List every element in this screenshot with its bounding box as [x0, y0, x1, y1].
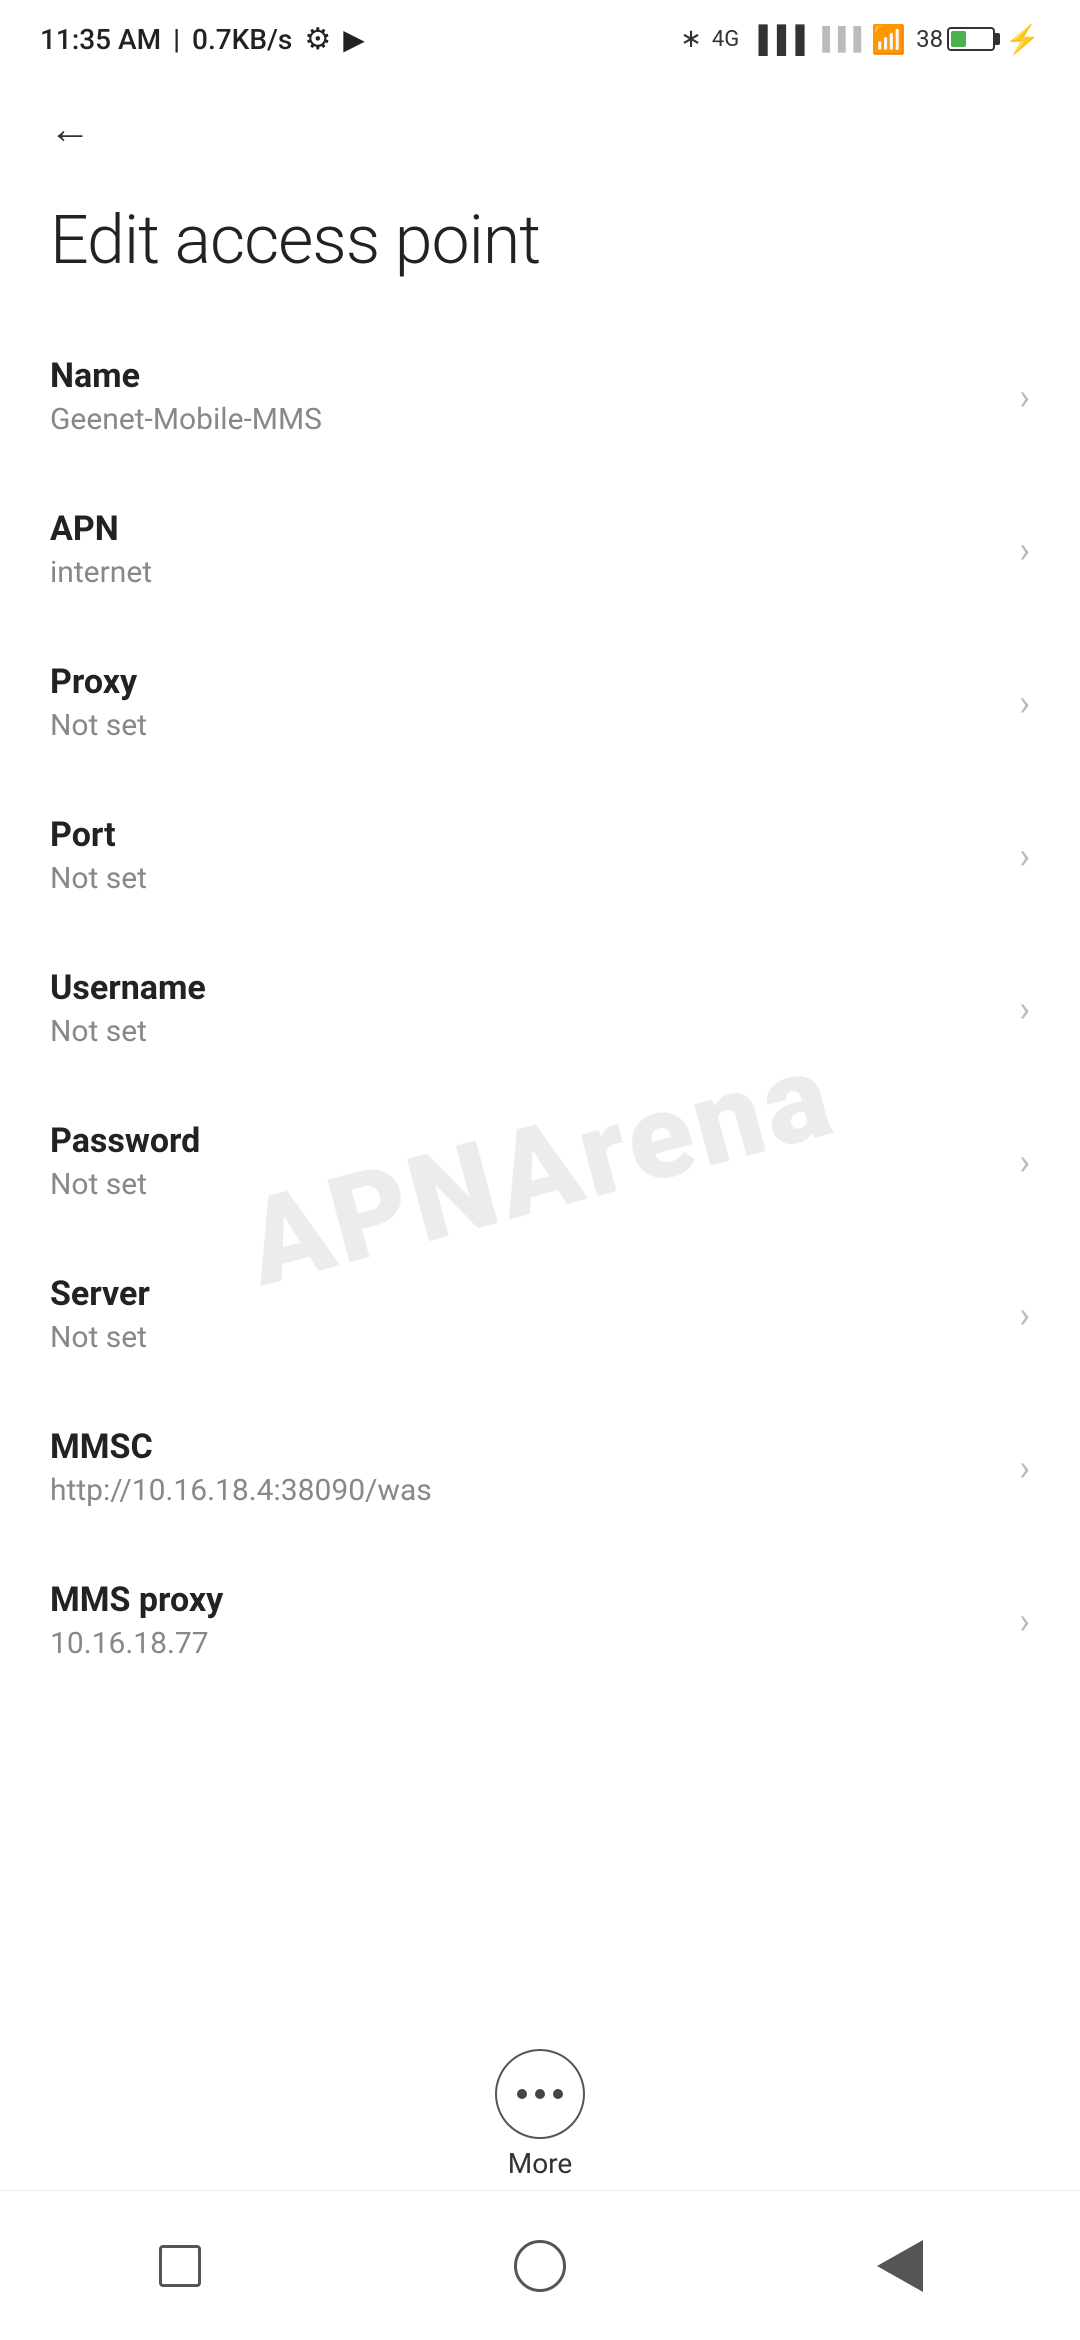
status-time: 11:35 AM: [40, 23, 161, 56]
settings-item-name[interactable]: Name Geenet-Mobile-MMS ›: [50, 320, 1030, 473]
nav-square-icon: [159, 2245, 201, 2287]
status-separator: |: [173, 23, 180, 56]
nav-bar: [0, 2190, 1080, 2340]
settings-item-content-apn: APN internet: [50, 509, 999, 590]
settings-value-password: Not set: [50, 1167, 999, 1202]
settings-list: Name Geenet-Mobile-MMS › APN internet › …: [0, 320, 1080, 1697]
wifi-icon: 📶: [871, 23, 906, 56]
chevron-right-icon-username: ›: [1019, 988, 1030, 1030]
more-circle-icon: [495, 2049, 585, 2139]
charging-icon: ⚡: [1005, 23, 1040, 56]
status-right-icons: ∗ 4G ▐▐▐ ▐▐▐ 📶 38 ⚡: [680, 23, 1040, 56]
battery-fill: [951, 31, 966, 47]
back-button[interactable]: ←: [40, 100, 100, 160]
settings-label-username: Username: [50, 968, 999, 1008]
nav-back-button[interactable]: [850, 2226, 950, 2306]
more-button[interactable]: More: [495, 2049, 585, 2180]
settings-value-name: Geenet-Mobile-MMS: [50, 402, 999, 437]
status-speed: 0.7KB/s: [192, 23, 292, 56]
settings-value-port: Not set: [50, 861, 999, 896]
signal-4g-icon: 4G: [712, 27, 739, 52]
settings-label-mmsc: MMSC: [50, 1427, 999, 1467]
chevron-right-icon-port: ›: [1019, 835, 1030, 877]
settings-value-mms-proxy: 10.16.18.77: [50, 1626, 999, 1661]
settings-value-server: Not set: [50, 1320, 999, 1355]
settings-item-port[interactable]: Port Not set ›: [50, 779, 1030, 932]
chevron-right-icon-mmsc: ›: [1019, 1447, 1030, 1489]
settings-label-server: Server: [50, 1274, 999, 1314]
settings-item-content-port: Port Not set: [50, 815, 999, 896]
battery-percent: 38: [916, 25, 943, 53]
settings-label-name: Name: [50, 356, 999, 396]
nav-triangle-icon: [877, 2240, 923, 2292]
settings-label-port: Port: [50, 815, 999, 855]
settings-item-apn[interactable]: APN internet ›: [50, 473, 1030, 626]
settings-item-content-mmsc: MMSC http://10.16.18.4:38090/was: [50, 1427, 999, 1508]
chevron-right-icon-apn: ›: [1019, 529, 1030, 571]
settings-item-content-mms-proxy: MMS proxy 10.16.18.77: [50, 1580, 999, 1661]
status-bar: 11:35 AM | 0.7KB/s ⚙ ▶ ∗ 4G ▐▐▐ ▐▐▐ 📶 38…: [0, 0, 1080, 70]
back-area: ←: [0, 70, 1080, 180]
settings-item-proxy[interactable]: Proxy Not set ›: [50, 626, 1030, 779]
settings-label-mms-proxy: MMS proxy: [50, 1580, 999, 1620]
battery-indicator: 38: [916, 25, 995, 53]
settings-icon: ⚙: [304, 22, 331, 57]
more-label: More: [508, 2147, 573, 2180]
chevron-right-icon-password: ›: [1019, 1141, 1030, 1183]
settings-label-proxy: Proxy: [50, 662, 999, 702]
nav-recent-button[interactable]: [130, 2226, 230, 2306]
settings-value-proxy: Not set: [50, 708, 999, 743]
camera-icon: ▶: [343, 23, 365, 56]
settings-item-content-username: Username Not set: [50, 968, 999, 1049]
settings-item-content-proxy: Proxy Not set: [50, 662, 999, 743]
settings-label-password: Password: [50, 1121, 999, 1161]
chevron-right-icon-proxy: ›: [1019, 682, 1030, 724]
page-title: Edit access point: [0, 180, 1080, 320]
signal-bars2-icon: ▐▐▐: [815, 26, 862, 52]
more-dots: [517, 2089, 563, 2099]
settings-item-mms-proxy[interactable]: MMS proxy 10.16.18.77 ›: [50, 1544, 1030, 1697]
back-arrow-icon: ←: [49, 109, 91, 151]
chevron-right-icon-name: ›: [1019, 376, 1030, 418]
chevron-right-icon-server: ›: [1019, 1294, 1030, 1336]
status-time-speed: 11:35 AM | 0.7KB/s ⚙ ▶: [40, 22, 365, 57]
settings-value-mmsc: http://10.16.18.4:38090/was: [50, 1473, 999, 1508]
settings-item-mmsc[interactable]: MMSC http://10.16.18.4:38090/was ›: [50, 1391, 1030, 1544]
settings-item-content-password: Password Not set: [50, 1121, 999, 1202]
chevron-right-icon-mms-proxy: ›: [1019, 1600, 1030, 1642]
battery-box: [947, 27, 995, 51]
settings-item-username[interactable]: Username Not set ›: [50, 932, 1030, 1085]
signal-bars-icon: ▐▐▐: [749, 24, 804, 55]
settings-item-content-name: Name Geenet-Mobile-MMS: [50, 356, 999, 437]
nav-circle-icon: [514, 2240, 566, 2292]
bluetooth-icon: ∗: [680, 24, 702, 54]
settings-label-apn: APN: [50, 509, 999, 549]
settings-value-apn: internet: [50, 555, 999, 590]
settings-item-server[interactable]: Server Not set ›: [50, 1238, 1030, 1391]
nav-home-button[interactable]: [490, 2226, 590, 2306]
settings-item-content-server: Server Not set: [50, 1274, 999, 1355]
settings-item-password[interactable]: Password Not set ›: [50, 1085, 1030, 1238]
settings-value-username: Not set: [50, 1014, 999, 1049]
